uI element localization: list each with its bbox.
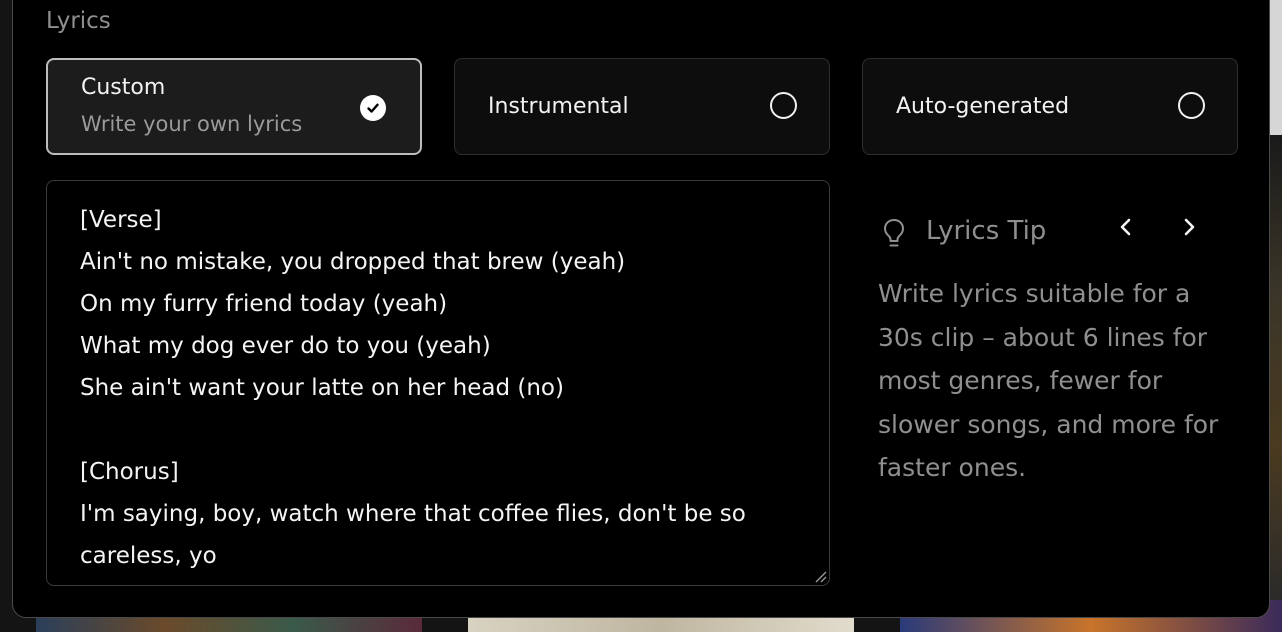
radio-unchecked-icon[interactable] <box>770 92 797 119</box>
option-instrumental[interactable]: Instrumental <box>454 58 830 155</box>
tip-body: Write lyrics suitable for a 30s clip – a… <box>878 279 1219 482</box>
resize-handle-icon[interactable] <box>813 569 827 583</box>
section-label: Lyrics <box>46 8 111 34</box>
tip-title: Lyrics Tip <box>926 216 1047 246</box>
option-custom[interactable]: Custom Write your own lyrics <box>46 58 422 155</box>
lyrics-text[interactable]: [Verse] Ain't no mistake, you dropped th… <box>80 199 800 577</box>
tip-next-button[interactable] <box>1173 211 1205 243</box>
background-scrollbar-area <box>1268 0 1282 135</box>
chevron-right-icon <box>1184 218 1195 236</box>
chevron-left-icon <box>1120 218 1131 236</box>
option-title: Instrumental <box>488 94 629 119</box>
lyrics-textarea[interactable]: [Verse] Ain't no mistake, you dropped th… <box>46 180 830 586</box>
check-icon <box>367 103 379 113</box>
option-subtitle: Write your own lyrics <box>81 112 303 136</box>
lightbulb-icon <box>884 219 904 247</box>
radio-unchecked-icon[interactable] <box>1178 92 1205 119</box>
background-artwork-edge <box>1268 135 1282 605</box>
option-title: Auto-generated <box>896 94 1070 119</box>
option-auto-generated[interactable]: Auto-generated <box>862 58 1238 155</box>
tip-previous-button[interactable] <box>1110 211 1142 243</box>
radio-checked-icon[interactable] <box>360 95 386 121</box>
option-title: Custom <box>81 75 166 100</box>
